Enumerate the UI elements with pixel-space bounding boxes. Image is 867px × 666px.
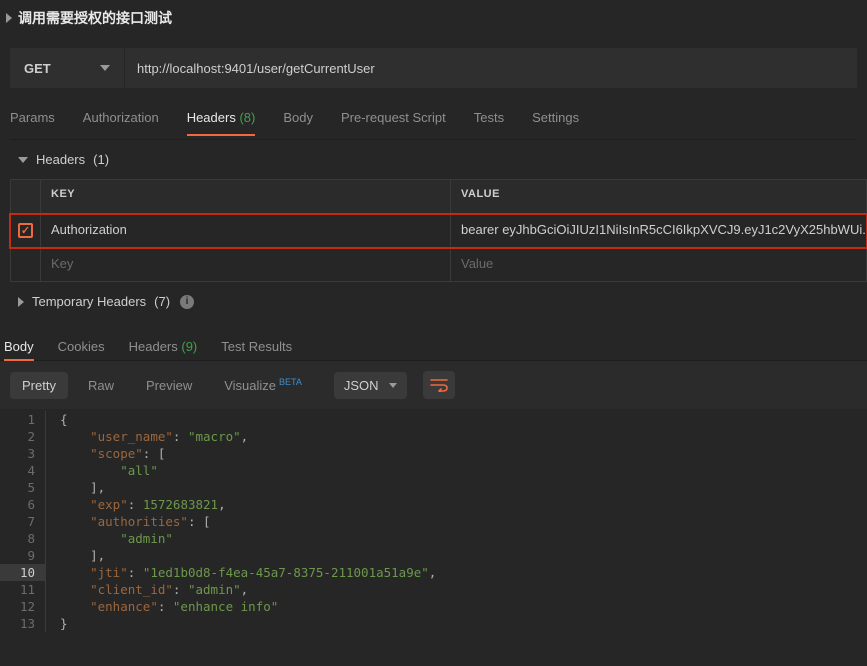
header-key-placeholder[interactable]: Key bbox=[41, 248, 451, 281]
language-label: JSON bbox=[344, 378, 379, 393]
url-input[interactable]: http://localhost:9401/user/getCurrentUse… bbox=[125, 48, 857, 88]
visualize-label: Visualize bbox=[224, 378, 276, 393]
view-pretty-button[interactable]: Pretty bbox=[10, 372, 68, 399]
headers-section-label: Headers bbox=[36, 152, 85, 167]
wrap-icon bbox=[430, 378, 448, 392]
resp-tab-body[interactable]: Body bbox=[4, 339, 34, 360]
temporary-headers-label: Temporary Headers bbox=[32, 294, 146, 309]
request-tabs: Params Authorization Headers (8) Body Pr… bbox=[10, 110, 857, 140]
resp-tab-headers-label: Headers bbox=[129, 339, 178, 354]
temporary-headers-count: (7) bbox=[154, 294, 170, 309]
checkbox-checked-icon[interactable]: ✓ bbox=[18, 223, 33, 238]
json-number: 1572683821 bbox=[143, 497, 218, 512]
info-icon[interactable]: i bbox=[180, 295, 194, 309]
tab-authorization[interactable]: Authorization bbox=[83, 110, 159, 135]
tab-prerequest[interactable]: Pre-request Script bbox=[341, 110, 446, 135]
json-key: "user_name" bbox=[90, 429, 173, 444]
tab-headers-count: (8) bbox=[239, 110, 255, 125]
view-preview-button[interactable]: Preview bbox=[134, 372, 204, 399]
view-visualize-button[interactable]: VisualizeBETA bbox=[212, 372, 314, 399]
response-body-viewer[interactable]: 1{ 2 "user_name": "macro", 3 "scope": [ … bbox=[0, 409, 867, 632]
url-text: http://localhost:9401/user/getCurrentUse… bbox=[137, 61, 375, 76]
json-brace: } bbox=[60, 616, 68, 631]
resp-tab-headers-count: (9) bbox=[181, 339, 197, 354]
json-string: "enhance info" bbox=[173, 599, 278, 614]
line-number: 12 bbox=[0, 598, 46, 615]
resp-tab-test-results[interactable]: Test Results bbox=[221, 339, 292, 360]
headers-table-head: KEY VALUE bbox=[10, 180, 867, 214]
header-value-placeholder[interactable]: Value bbox=[451, 248, 867, 281]
tab-tests[interactable]: Tests bbox=[474, 110, 504, 135]
header-value-input[interactable]: bearer eyJhbGciOiJIUzI1NiIsInR5cCI6IkpXV… bbox=[451, 214, 867, 247]
line-number: 10 bbox=[0, 564, 46, 581]
headers-table: KEY VALUE ✓ Authorization bearer eyJhbGc… bbox=[10, 179, 867, 282]
json-key: "scope" bbox=[90, 446, 143, 461]
json-string: "1ed1b0d8-f4ea-45a7-8375-211001a51a9e" bbox=[143, 565, 429, 580]
chevron-down-icon bbox=[100, 65, 110, 71]
line-number: 2 bbox=[0, 428, 46, 445]
json-string: "macro" bbox=[188, 429, 241, 444]
http-method-select[interactable]: GET bbox=[10, 48, 125, 88]
line-number: 1 bbox=[0, 411, 46, 428]
json-string: "admin" bbox=[120, 531, 173, 546]
line-number: 11 bbox=[0, 581, 46, 598]
chevron-down-icon bbox=[389, 383, 397, 388]
tab-headers[interactable]: Headers (8) bbox=[187, 110, 256, 135]
tab-settings[interactable]: Settings bbox=[532, 110, 579, 135]
temporary-headers-toggle[interactable]: Temporary Headers (7) i bbox=[0, 282, 867, 321]
line-number: 4 bbox=[0, 462, 46, 479]
chevron-down-icon bbox=[18, 157, 28, 163]
check-all-cell bbox=[11, 180, 41, 213]
response-toolbar: Pretty Raw Preview VisualizeBETA JSON bbox=[0, 361, 867, 409]
http-method-label: GET bbox=[24, 61, 51, 76]
value-column-header: VALUE bbox=[451, 180, 867, 213]
json-string: "all" bbox=[120, 463, 158, 478]
request-title: 调用需要授权的接口测试 bbox=[18, 8, 172, 28]
tab-headers-label: Headers bbox=[187, 110, 236, 125]
view-raw-button[interactable]: Raw bbox=[76, 372, 126, 399]
json-string: "admin" bbox=[188, 582, 241, 597]
request-title-bar: 调用需要授权的接口测试 bbox=[0, 0, 867, 38]
tab-body[interactable]: Body bbox=[283, 110, 313, 135]
line-number: 9 bbox=[0, 547, 46, 564]
header-row-checkbox-cell bbox=[11, 248, 41, 281]
json-key: "exp" bbox=[90, 497, 128, 512]
key-column-header: KEY bbox=[41, 180, 451, 213]
json-key: "jti" bbox=[90, 565, 128, 580]
chevron-right-icon bbox=[18, 297, 24, 307]
expand-icon[interactable] bbox=[6, 13, 12, 23]
line-number: 8 bbox=[0, 530, 46, 547]
resp-tab-cookies[interactable]: Cookies bbox=[58, 339, 105, 360]
line-number: 6 bbox=[0, 496, 46, 513]
line-number: 13 bbox=[0, 615, 46, 632]
header-row-authorization[interactable]: ✓ Authorization bearer eyJhbGciOiJIUzI1N… bbox=[10, 214, 867, 248]
header-row-new[interactable]: Key Value bbox=[10, 248, 867, 282]
tab-params[interactable]: Params bbox=[10, 110, 55, 135]
headers-section-count: (1) bbox=[93, 152, 109, 167]
line-number: 5 bbox=[0, 479, 46, 496]
header-row-checkbox-cell: ✓ bbox=[11, 214, 41, 247]
wrap-lines-button[interactable] bbox=[423, 371, 455, 399]
url-row: GET http://localhost:9401/user/getCurren… bbox=[10, 48, 857, 88]
json-key: "authorities" bbox=[90, 514, 188, 529]
headers-section-toggle[interactable]: Headers (1) bbox=[0, 140, 867, 179]
line-number: 7 bbox=[0, 513, 46, 530]
json-brace: { bbox=[60, 412, 68, 427]
language-select[interactable]: JSON bbox=[334, 372, 407, 399]
json-key: "client_id" bbox=[90, 582, 173, 597]
response-tabs: Body Cookies Headers (9) Test Results bbox=[0, 327, 867, 361]
resp-tab-headers[interactable]: Headers (9) bbox=[129, 339, 198, 360]
header-key-input[interactable]: Authorization bbox=[41, 214, 451, 247]
beta-badge: BETA bbox=[279, 377, 302, 387]
json-key: "enhance" bbox=[90, 599, 158, 614]
line-number: 3 bbox=[0, 445, 46, 462]
